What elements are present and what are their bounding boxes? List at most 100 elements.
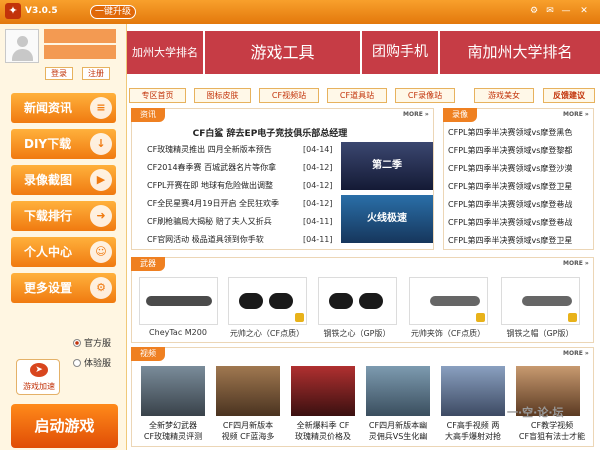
video-caption[interactable]: CF四月新版本 <box>212 420 284 431</box>
sunglasses-image <box>329 293 353 309</box>
tab-cf-video[interactable]: CF视频站 <box>259 88 319 103</box>
cf-badge-icon <box>295 313 304 322</box>
recording-item[interactable]: CFPL第四季半决赛领域vs摩登卫星 <box>448 233 590 248</box>
rifle-image <box>146 296 212 306</box>
weapon-card[interactable] <box>501 277 580 325</box>
username-field[interactable] <box>44 29 116 43</box>
nav-label: 新闻资讯 <box>24 101 73 115</box>
recording-item[interactable]: CFPL第四季半决赛领域vs摩登巷战 <box>448 197 590 212</box>
recording-item[interactable]: CFPL第四季半决赛领域vs摩登巷战 <box>448 215 590 230</box>
nav-recordings[interactable]: 录像截图 ▶ <box>11 165 116 195</box>
recording-item[interactable]: CFPL第四季半决赛领域vs摩登黎都 <box>448 143 590 158</box>
promo-image-season2[interactable]: 第二季 <box>341 142 433 190</box>
video-caption[interactable]: 全新梦幻武器 <box>137 420 209 431</box>
recording-item[interactable]: CFPL第四季半决赛领域vs摩登沙漠 <box>448 161 590 176</box>
video-thumbnail[interactable] <box>291 366 355 416</box>
nav-download-rank[interactable]: 下载排行 ➜ <box>11 201 116 231</box>
video-thumbnail[interactable] <box>216 366 280 416</box>
sunglasses-image <box>269 293 293 309</box>
radio-unselected-icon <box>73 359 81 367</box>
news-item[interactable]: CF官网活动 极品道具领到你手软 [04-11] <box>147 233 341 247</box>
video-caption[interactable]: 全新爆料季 CF <box>287 420 359 431</box>
video-caption[interactable]: CF四月新版本幽 <box>362 420 434 431</box>
news-icon: ≡ <box>90 97 112 119</box>
tab-game-beauty[interactable]: 游戏美女 <box>474 88 534 103</box>
nav-label: 录像截图 <box>24 173 73 187</box>
weapon-label[interactable]: CheyTac M200 <box>138 328 218 337</box>
password-field[interactable] <box>44 45 116 59</box>
server-label: 官方服 <box>84 339 112 349</box>
videos-more-link[interactable]: MORE » <box>563 350 589 357</box>
news-tag: 资讯 <box>131 108 165 122</box>
news-date: [04-11] <box>303 235 333 244</box>
accelerator-button[interactable]: ➤ 游戏加速 <box>16 359 60 395</box>
settings-icon[interactable]: ⚙ <box>528 5 540 17</box>
weapon-label[interactable]: 元帅夹饰（CF点质） <box>408 328 488 339</box>
weapon-card[interactable] <box>409 277 488 325</box>
weapon-label[interactable]: 钢铁之心（GP版） <box>317 328 397 339</box>
video-thumbnail[interactable] <box>141 366 205 416</box>
gear-icon: ⚙ <box>90 277 112 299</box>
banner-group-buy-phone[interactable]: 团购手机 <box>362 31 440 74</box>
banner-ucla-ranking[interactable]: 加州大学排名 <box>127 31 205 74</box>
news-item[interactable]: CF玫瑰精灵推出 四月全新版本预告 [04-14] <box>147 143 341 157</box>
server-trial-radio[interactable]: 体验服 <box>73 358 125 370</box>
nav-news[interactable]: 新闻资讯 ≡ <box>11 93 116 123</box>
news-headline[interactable]: CF白鲨 辞去EP电子竞技俱乐部总经理 <box>150 126 390 139</box>
recording-item[interactable]: CFPL第四季半决赛领域vs摩登黑色 <box>448 125 590 140</box>
video-caption[interactable]: 灵佣兵VS生化幽 <box>362 431 434 442</box>
nav-personal-center[interactable]: 个人中心 ☺ <box>11 237 116 267</box>
server-official-radio[interactable]: 官方服 <box>73 338 125 350</box>
rocket-icon: ➤ <box>30 363 48 377</box>
register-button[interactable]: 注册 <box>82 67 110 80</box>
nav-diy-download[interactable]: DIY下载 ↓ <box>11 129 116 159</box>
promo-image-speed[interactable]: 火线极速 <box>341 195 433 243</box>
close-icon[interactable]: ✕ <box>578 5 590 17</box>
recording-item[interactable]: CFPL第四季半决赛领域vs摩登卫星 <box>448 179 590 194</box>
avatar[interactable] <box>5 29 39 63</box>
login-button[interactable]: 登录 <box>45 67 73 80</box>
weapon-card[interactable] <box>228 277 307 325</box>
video-caption[interactable]: CF高手视频 两 <box>437 420 509 431</box>
weapon-card[interactable] <box>139 277 218 325</box>
video-thumbnail[interactable] <box>366 366 430 416</box>
start-game-button[interactable]: 启动游戏 <box>11 404 118 448</box>
news-date: [04-12] <box>303 199 333 208</box>
news-title: CF玫瑰精灵推出 四月全新版本预告 <box>147 145 272 154</box>
recordings-more-link[interactable]: MORE » <box>563 111 589 118</box>
video-caption[interactable]: 玫瑰精灵价格及 <box>287 431 359 442</box>
news-more-link[interactable]: MORE » <box>403 111 429 118</box>
weapon-card[interactable] <box>318 277 397 325</box>
video-caption[interactable]: CF玫瑰精灵评测 <box>137 431 209 442</box>
upgrade-button[interactable]: 一键升级 <box>90 5 136 19</box>
video-thumbnail[interactable] <box>441 366 505 416</box>
tab-cf-recordings[interactable]: CF录像站 <box>395 88 455 103</box>
video-caption[interactable]: 视频 CF蓝海多 <box>212 431 284 442</box>
tab-cf-items[interactable]: CF道具站 <box>327 88 387 103</box>
blade-image <box>522 296 572 306</box>
video-caption[interactable]: CF盲狙有法士才能 <box>512 431 592 442</box>
nav-label: 个人中心 <box>24 245 73 259</box>
weapon-label[interactable]: 元帅之心（CF点质） <box>227 328 307 339</box>
news-title: CF2014春季赛 百城武器名片等你拿 <box>147 163 277 172</box>
sunglasses-image <box>239 293 263 309</box>
news-item[interactable]: CF全民星赛4月19日开启 全民狂欢季 [04-12] <box>147 197 341 211</box>
banner-game-tools[interactable]: 游戏工具 <box>205 31 362 74</box>
version-label: V3.0.5 <box>25 6 58 16</box>
weapon-label[interactable]: 钢铁之帽（GP版） <box>500 328 580 339</box>
video-caption[interactable]: CF教学视频 <box>512 420 592 431</box>
news-item[interactable]: CF刷枪骗局大揭秘 赔了夫人又折兵 [04-11] <box>147 215 341 229</box>
video-caption[interactable]: 大高手爆射对抢 <box>437 431 509 442</box>
tab-icons-skins[interactable]: 图标皮肤 <box>194 88 251 103</box>
weapons-more-link[interactable]: MORE » <box>563 260 589 267</box>
news-item[interactable]: CFPL开赛在即 地球有危险做出调整 [04-12] <box>147 179 341 193</box>
mail-icon[interactable]: ✉ <box>544 5 556 17</box>
banner-usc-ranking[interactable]: 南加州大学排名 <box>440 31 600 74</box>
news-item[interactable]: CF2014春季赛 百城武器名片等你拿 [04-12] <box>147 161 341 175</box>
nav-more-settings[interactable]: 更多设置 ⚙ <box>11 273 116 303</box>
nav-label: DIY下载 <box>24 137 72 151</box>
tab-feedback[interactable]: 反馈建议 <box>543 88 595 103</box>
tab-zone-home[interactable]: 专区首页 <box>129 88 186 103</box>
minimize-icon[interactable]: — <box>560 5 572 17</box>
news-title: CF全民星赛4月19日开启 全民狂欢季 <box>147 199 279 208</box>
